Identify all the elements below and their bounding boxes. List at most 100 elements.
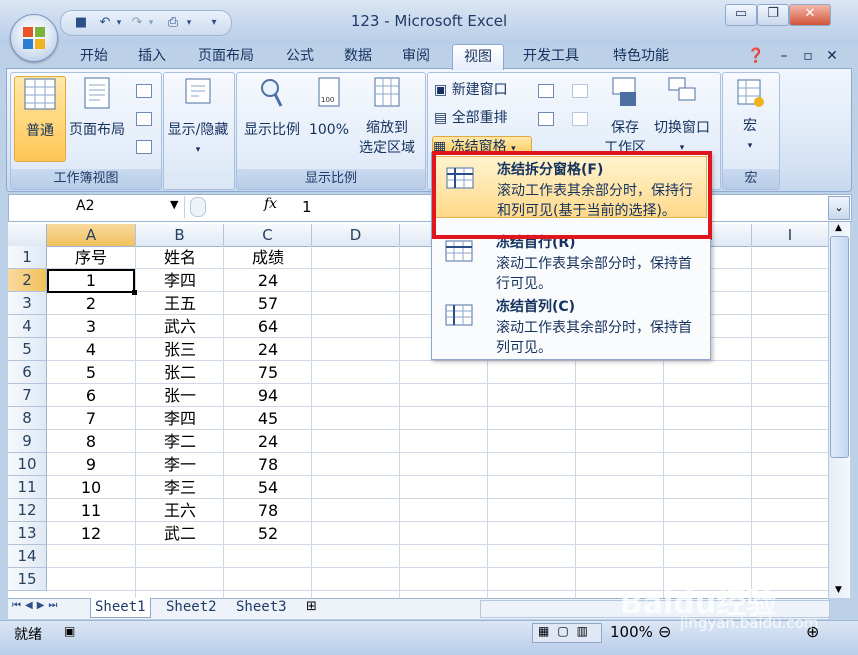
zoom-to-selection-button[interactable]: 缩放到 选定区域 <box>354 76 420 160</box>
cell[interactable]: 李二 <box>136 431 224 452</box>
scroll-down-icon[interactable]: ▼ <box>830 584 847 596</box>
formula-input[interactable]: 1 <box>302 198 312 216</box>
ribbon-restore-icon[interactable]: ▫ <box>798 44 818 68</box>
redo-dropdown-icon[interactable]: ▾ <box>143 15 159 31</box>
help-icon[interactable]: ❓ <box>746 44 766 68</box>
row-header[interactable]: 9 <box>8 430 47 453</box>
sheet-tab-sheet1[interactable]: Sheet1 <box>90 598 151 618</box>
cell[interactable]: 李一 <box>136 454 224 475</box>
show-hide-button[interactable]: 显示/隐藏 ▾ <box>164 76 232 172</box>
formula-bar-splitter[interactable] <box>190 197 206 217</box>
full-screen-icon[interactable] <box>136 140 152 154</box>
ribbon-minimize-icon[interactable]: – <box>774 44 794 68</box>
row-header[interactable]: 14 <box>8 545 47 568</box>
ribbon-close-icon[interactable]: ✕ <box>822 44 842 68</box>
tab-insert[interactable]: 插入 <box>128 44 176 68</box>
cell[interactable]: 78 <box>224 454 312 475</box>
restore-button[interactable]: ❐ <box>757 4 789 26</box>
cell[interactable]: 张三 <box>136 339 224 360</box>
sheet-tab-sheet2[interactable]: Sheet2 <box>162 598 221 617</box>
sheet-nav-icons[interactable]: ⏮◀▶⏭ <box>12 600 61 611</box>
office-button[interactable] <box>10 14 58 62</box>
arrange-all-button[interactable]: ▤ 全部重排 <box>434 108 524 130</box>
fill-handle[interactable] <box>132 290 137 295</box>
split-icon[interactable] <box>538 84 554 98</box>
zoom-out-icon[interactable]: ⊖ <box>658 622 671 641</box>
row-header[interactable]: 6 <box>8 361 47 384</box>
save-icon[interactable]: ■ <box>73 15 89 31</box>
tab-developer[interactable]: 开发工具 <box>512 44 590 68</box>
sheet-tab-sheet3[interactable]: Sheet3 <box>232 598 291 617</box>
column-header-d[interactable]: D <box>312 224 400 247</box>
save-workspace-button[interactable]: 保存 工作区 <box>602 76 648 160</box>
tab-page-layout[interactable]: 页面布局 <box>188 44 264 68</box>
synchronous-scroll-icon[interactable] <box>572 112 588 126</box>
row-header[interactable]: 2 <box>8 269 47 292</box>
cell[interactable]: 11 <box>47 500 135 521</box>
column-header-a[interactable]: A <box>47 224 136 247</box>
tab-review[interactable]: 审阅 <box>392 44 440 68</box>
cell[interactable]: 7 <box>47 408 135 429</box>
tab-view[interactable]: 视图 <box>452 44 504 70</box>
column-header-b[interactable]: B <box>136 224 224 247</box>
cell[interactable]: 成绩 <box>224 247 312 268</box>
macros-button[interactable]: 宏 ▾ <box>724 76 776 160</box>
close-button[interactable]: ✕ <box>789 4 831 26</box>
page-break-preview-icon[interactable] <box>136 84 152 98</box>
expand-formula-bar-icon[interactable]: ⌄ <box>828 196 850 220</box>
insert-sheet-icon[interactable]: ⊞ <box>306 599 317 614</box>
zoom-button[interactable]: 显示比例 <box>240 76 304 160</box>
name-box[interactable]: A2 ▼ <box>10 196 185 218</box>
customize-qat-icon[interactable]: ▾ <box>206 15 222 31</box>
cell[interactable]: 6 <box>47 385 135 406</box>
cell[interactable]: 李四 <box>136 270 224 291</box>
name-box-dropdown-icon[interactable]: ▼ <box>170 198 178 211</box>
row-header[interactable]: 5 <box>8 338 47 361</box>
row-header[interactable]: 12 <box>8 499 47 522</box>
cell[interactable]: 94 <box>224 385 312 406</box>
cell[interactable]: 武六 <box>136 316 224 337</box>
cell[interactable]: 张一 <box>136 385 224 406</box>
cell[interactable]: 姓名 <box>136 247 224 268</box>
cell[interactable]: 75 <box>224 362 312 383</box>
insert-function-icon[interactable]: fx <box>264 196 277 212</box>
cell[interactable]: 24 <box>224 270 312 291</box>
cell[interactable]: 52 <box>224 523 312 544</box>
minimize-button[interactable]: ▭ <box>725 4 757 26</box>
tab-home[interactable]: 开始 <box>70 44 118 68</box>
tab-special[interactable]: 特色功能 <box>600 44 682 68</box>
row-header[interactable]: 8 <box>8 407 47 430</box>
cell[interactable]: 2 <box>47 293 135 314</box>
menu-item-freeze-top-row[interactable]: 冻结首行(R) 滚动工作表其余部分时，保持首行可见。 <box>433 230 707 292</box>
select-all-button[interactable] <box>8 224 47 247</box>
zoom-100-button[interactable]: 100 100% <box>306 76 352 160</box>
switch-windows-button[interactable]: 切换窗口 ▾ <box>650 76 714 160</box>
row-header[interactable]: 7 <box>8 384 47 407</box>
cell[interactable]: 3 <box>47 316 135 337</box>
zoom-level[interactable]: 100% <box>610 623 653 641</box>
cell[interactable]: 64 <box>224 316 312 337</box>
macro-record-icon[interactable]: ▣ <box>64 624 75 638</box>
view-side-by-side-icon[interactable] <box>572 84 588 98</box>
hide-icon[interactable] <box>538 112 554 126</box>
cell[interactable]: 李四 <box>136 408 224 429</box>
cell[interactable]: 54 <box>224 477 312 498</box>
cell[interactable]: 4 <box>47 339 135 360</box>
print-preview-icon[interactable]: ⎙ <box>165 15 181 31</box>
cell[interactable]: 9 <box>47 454 135 475</box>
row-header[interactable]: 10 <box>8 453 47 476</box>
custom-views-icon[interactable] <box>136 112 152 126</box>
row-header[interactable]: 4 <box>8 315 47 338</box>
row-header[interactable]: 15 <box>8 568 47 591</box>
cell[interactable]: 序号 <box>47 247 135 268</box>
cell[interactable]: 24 <box>224 431 312 452</box>
row-header[interactable]: 1 <box>8 246 47 269</box>
scroll-up-icon[interactable]: ▲ <box>830 222 847 234</box>
cell[interactable]: 57 <box>224 293 312 314</box>
cell[interactable]: 12 <box>47 523 135 544</box>
row-header[interactable]: 11 <box>8 476 47 499</box>
cell[interactable]: 5 <box>47 362 135 383</box>
cell[interactable]: 24 <box>224 339 312 360</box>
vertical-scroll-thumb[interactable] <box>830 236 849 458</box>
cell[interactable]: 45 <box>224 408 312 429</box>
